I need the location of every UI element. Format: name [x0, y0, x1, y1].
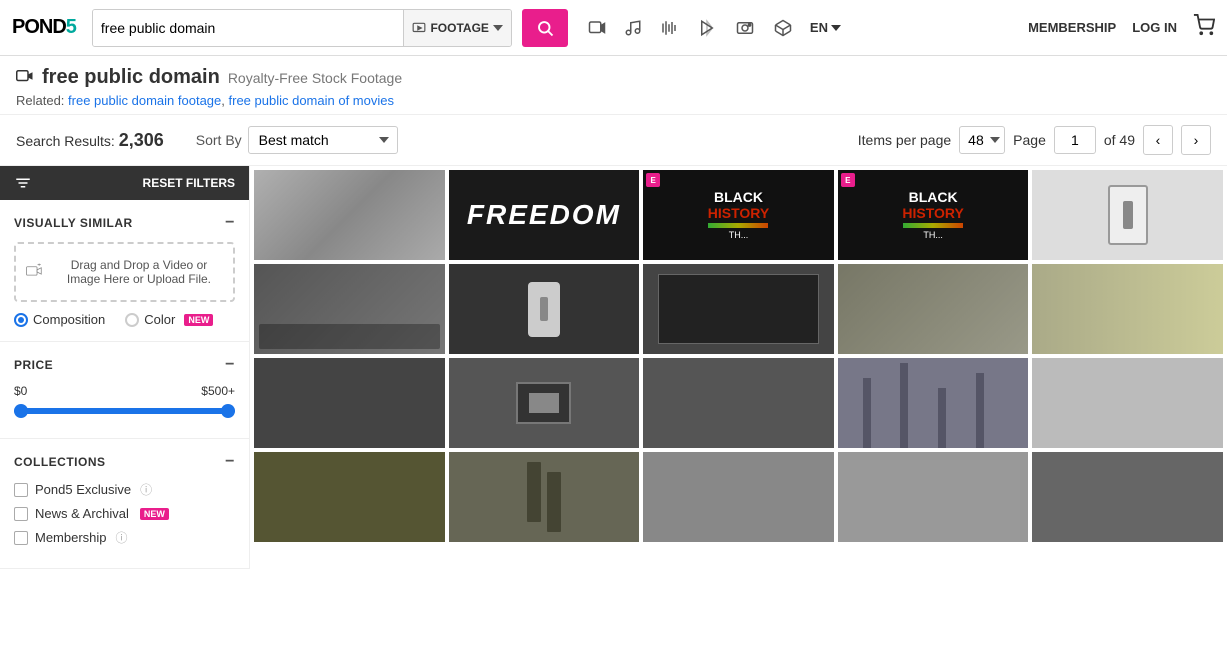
thumbnail-4[interactable]: E BLACK HISTORY TH...: [838, 170, 1029, 260]
thumbnail-2[interactable]: FREEDOM: [449, 170, 640, 260]
prev-page-button[interactable]: ‹: [1143, 125, 1173, 155]
3d-nav-icon[interactable]: [772, 19, 794, 37]
results-title: free public domain Royalty-Free Stock Fo…: [16, 66, 1211, 89]
visually-similar-section: VISUALLY SIMILAR − Drag and Drop a Video…: [0, 200, 249, 342]
collections-title: COLLECTIONS −: [14, 453, 235, 471]
sort-select[interactable]: Best match Most recent Most popular Pric…: [248, 126, 398, 154]
results-grid: FREEDOM E BLACK HISTORY TH... E BLACK HI…: [250, 166, 1227, 569]
composition-radio-dot: [14, 313, 28, 327]
thumbnail-19[interactable]: [838, 452, 1029, 542]
visually-similar-title: VISUALLY SIMILAR −: [14, 214, 235, 232]
membership-checkbox[interactable]: Membership ⓘ: [14, 529, 235, 546]
membership-box: [14, 531, 28, 545]
content-area: RESET FILTERS VISUALLY SIMILAR − Drag an…: [0, 166, 1227, 569]
login-button[interactable]: LOG IN: [1132, 20, 1177, 35]
next-page-button[interactable]: ›: [1181, 125, 1211, 155]
upload-icon: [26, 258, 45, 286]
search-controls: Search Results: 2,306 Sort By Best match…: [0, 115, 1227, 166]
music-nav-icon[interactable]: [624, 19, 642, 37]
collections-section: COLLECTIONS − Pond5 Exclusive ⓘ News & A…: [0, 439, 249, 569]
thumbnail-17[interactable]: [449, 452, 640, 542]
thumbnail-20[interactable]: [1032, 452, 1223, 542]
price-collapse[interactable]: −: [225, 356, 235, 374]
composition-radio[interactable]: Composition: [14, 312, 105, 327]
search-button[interactable]: [522, 9, 568, 47]
search-count: Search Results: 2,306: [16, 130, 164, 151]
search-input[interactable]: [93, 10, 404, 46]
photo-nav-icon[interactable]: [734, 19, 756, 37]
color-radio-dot: [125, 313, 139, 327]
range-handle-max[interactable]: [221, 404, 235, 418]
membership-help-icon[interactable]: ⓘ: [116, 529, 128, 546]
lang-dropdown-icon: [831, 25, 841, 31]
sound-nav-icon[interactable]: [658, 19, 680, 37]
language-button[interactable]: EN: [810, 20, 841, 35]
color-new-badge: NEW: [184, 314, 213, 326]
thumbnail-13[interactable]: [643, 358, 834, 448]
thumbnail-7[interactable]: [449, 264, 640, 354]
results-header: free public domain Royalty-Free Stock Fo…: [0, 56, 1227, 115]
price-range-slider[interactable]: [14, 408, 235, 414]
cart-icon[interactable]: [1193, 14, 1215, 41]
main-header: POND5 FOOTAGE: [0, 0, 1227, 56]
upload-area[interactable]: Drag and Drop a Video or Image Here or U…: [14, 242, 235, 302]
news-archival-new-badge: NEW: [140, 508, 169, 520]
video-title-icon: [16, 69, 34, 83]
editorial-badge-3: E: [646, 173, 660, 187]
motion-nav-icon[interactable]: [696, 19, 718, 37]
related-links: Related: free public domain footage, fre…: [16, 93, 1211, 108]
search-bar: FOOTAGE: [92, 9, 512, 47]
sidebar: RESET FILTERS VISUALLY SIMILAR − Drag an…: [0, 166, 250, 569]
per-page-select[interactable]: 48 24 72: [959, 126, 1005, 154]
video-nav-icon[interactable]: [586, 19, 608, 37]
thumbnail-12[interactable]: [449, 358, 640, 448]
page-input[interactable]: [1054, 126, 1096, 154]
filter-bar: RESET FILTERS: [0, 166, 249, 200]
pond5-exclusive-checkbox[interactable]: Pond5 Exclusive ⓘ: [14, 481, 235, 498]
thumbnail-3[interactable]: E BLACK HISTORY TH...: [643, 170, 834, 260]
search-query: free public domain: [42, 66, 220, 89]
thumbnail-11[interactable]: [254, 358, 445, 448]
collections-collapse[interactable]: −: [225, 453, 235, 471]
freedom-text: FREEDOM: [467, 199, 621, 231]
search-icon: [536, 19, 554, 37]
sort-label: Sort By: [196, 132, 242, 148]
pond5-exclusive-help-icon[interactable]: ⓘ: [140, 481, 152, 498]
range-handle-min[interactable]: [14, 404, 28, 418]
reset-filters-button[interactable]: RESET FILTERS: [143, 176, 235, 190]
sort-section: Sort By Best match Most recent Most popu…: [196, 126, 398, 154]
related-link-1[interactable]: free public domain footage: [68, 93, 221, 108]
news-archival-checkbox[interactable]: News & Archival NEW: [14, 506, 235, 521]
thumbnail-5[interactable]: [1032, 170, 1223, 260]
results-subtitle: Royalty-Free Stock Footage: [228, 70, 402, 86]
nav-icons: [586, 19, 794, 37]
color-radio[interactable]: Color NEW: [125, 312, 213, 327]
filter-icon: [14, 176, 32, 190]
thumbnail-10[interactable]: [1032, 264, 1223, 354]
thumbnail-18[interactable]: [643, 452, 834, 542]
pond5-exclusive-box: [14, 483, 28, 497]
search-type-label: FOOTAGE: [430, 21, 488, 35]
thumbnail-14[interactable]: [838, 358, 1029, 448]
editorial-badge-4: E: [841, 173, 855, 187]
thumbnail-6[interactable]: [254, 264, 445, 354]
visually-similar-collapse[interactable]: −: [225, 214, 235, 232]
header-right: MEMBERSHIP LOG IN: [1028, 14, 1215, 41]
search-type-button[interactable]: FOOTAGE: [403, 10, 510, 46]
thumbnail-1[interactable]: [254, 170, 445, 260]
pagination-section: Items per page 48 24 72 Page of 49 ‹ ›: [858, 125, 1211, 155]
related-link-2[interactable]: free public domain of movies: [229, 93, 394, 108]
price-range-labels: $0 $500+: [14, 384, 235, 398]
logo[interactable]: POND5: [12, 16, 76, 39]
news-archival-box: [14, 507, 28, 521]
price-title: PRICE −: [14, 356, 235, 374]
membership-button[interactable]: MEMBERSHIP: [1028, 20, 1116, 35]
radio-group: Composition Color NEW: [14, 312, 235, 327]
thumbnail-8[interactable]: [643, 264, 834, 354]
thumbnail-16[interactable]: [254, 452, 445, 542]
dropdown-icon: [493, 25, 503, 31]
price-section: PRICE − $0 $500+: [0, 342, 249, 439]
thumbnail-15[interactable]: [1032, 358, 1223, 448]
thumbnail-9[interactable]: [838, 264, 1029, 354]
